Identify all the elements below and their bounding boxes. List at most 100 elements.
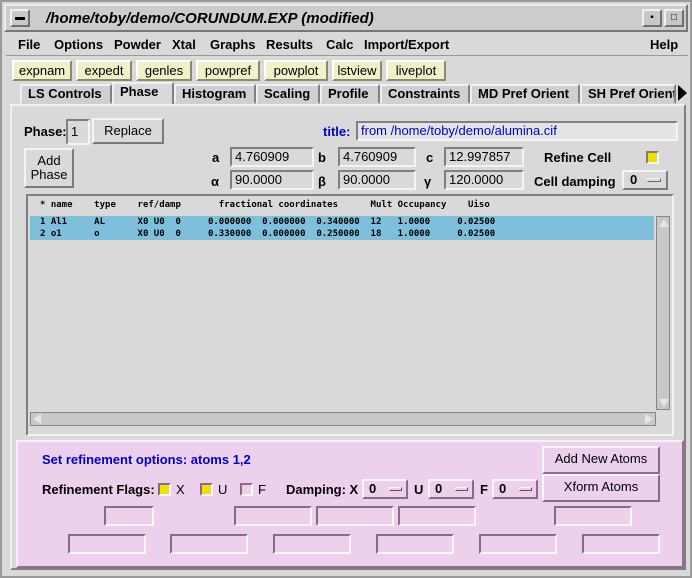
atom-edit-field[interactable]	[273, 534, 351, 554]
add-new-atoms-button[interactable]: Add New Atoms	[542, 446, 660, 474]
cell-beta-label: β	[318, 174, 326, 189]
cell-b-field[interactable]: 4.760909	[338, 147, 416, 167]
powpref-button[interactable]: powpref	[196, 60, 260, 81]
tab-scroll-right-icon[interactable]	[678, 85, 687, 101]
refinement-options-panel: Set refinement options: atoms 1,2 Add Ne…	[16, 440, 684, 568]
damping-f-menu[interactable]: 0	[492, 479, 538, 499]
damping-x-value: 0	[369, 481, 377, 496]
expnam-button[interactable]: expnam	[12, 60, 72, 81]
damping-f-value: 0	[499, 481, 507, 496]
genles-button[interactable]: genles	[136, 60, 192, 81]
tab-histogram[interactable]: Histogram	[174, 84, 256, 104]
tab-bar: LS Controls Phase Histogram Scaling Prof…	[6, 82, 688, 106]
menu-indicator-icon	[455, 487, 468, 491]
vertical-scrollbar[interactable]	[656, 216, 670, 410]
atom-edit-field[interactable]	[398, 506, 476, 526]
flag-u-checkbox[interactable]	[200, 483, 213, 496]
tab-phase[interactable]: Phase	[112, 82, 174, 106]
window-menu-icon[interactable]: ▬	[10, 9, 30, 27]
scroll-down-icon[interactable]	[659, 399, 669, 407]
powplot-button[interactable]: powplot	[264, 60, 328, 81]
atom-edit-field[interactable]	[554, 506, 632, 526]
atom-row[interactable]: 2 o1 o X0 U0 0 0.330000 0.000000 0.25000…	[30, 228, 654, 240]
scroll-left-icon[interactable]	[33, 414, 41, 424]
tab-profile[interactable]: Profile	[320, 84, 380, 104]
menu-import-export[interactable]: Import/Export	[364, 37, 449, 52]
cell-damping-label: Cell damping	[534, 174, 616, 189]
refinement-flags-label: Refinement Flags:	[42, 482, 155, 497]
menu-options[interactable]: Options	[54, 37, 103, 52]
flag-x-label: X	[176, 482, 185, 497]
atom-edit-field[interactable]	[479, 534, 557, 554]
cell-b-label: b	[318, 150, 326, 165]
menu-calc[interactable]: Calc	[326, 37, 353, 52]
menu-file[interactable]: File	[18, 37, 40, 52]
cell-c-label: c	[426, 150, 434, 165]
cell-damping-menu[interactable]: 0	[622, 170, 668, 190]
horizontal-scrollbar[interactable]	[30, 412, 656, 426]
flag-u-label: U	[218, 482, 228, 497]
tab-ls-controls[interactable]: LS Controls	[20, 84, 112, 104]
maximize-icon[interactable]: □	[664, 9, 684, 27]
minimize-icon[interactable]: ▪	[642, 9, 662, 27]
menu-indicator-icon	[647, 178, 661, 182]
tab-sh-pref-orient[interactable]: SH Pref Orient	[580, 84, 676, 104]
cell-c-field[interactable]: 12.997857	[444, 147, 524, 167]
refinement-heading: Set refinement options: atoms 1,2	[42, 452, 251, 467]
menu-help[interactable]: Help	[650, 37, 678, 52]
expedt-button[interactable]: expedt	[76, 60, 132, 81]
atom-edit-field[interactable]	[234, 506, 312, 526]
flag-x-checkbox[interactable]	[158, 483, 171, 496]
tab-constraints[interactable]: Constraints	[380, 84, 470, 104]
cell-a-label: a	[212, 150, 220, 165]
atom-edit-field[interactable]	[68, 534, 146, 554]
scroll-right-icon[interactable]	[645, 414, 653, 424]
tab-md-pref-orient[interactable]: MD Pref Orient	[470, 84, 580, 104]
atom-list: * name type ref/damp fractional coordina…	[26, 194, 674, 436]
cell-gamma-field[interactable]: 120.0000	[444, 170, 524, 190]
main-window: ▬ /home/toby/demo/CORUNDUM.EXP (modified…	[0, 0, 692, 578]
liveplot-button[interactable]: liveplot	[386, 60, 446, 81]
menu-xtal[interactable]: Xtal	[172, 37, 196, 52]
menu-results[interactable]: Results	[266, 37, 313, 52]
toolbar: expnam expedt genles powpref powplot lst…	[6, 57, 688, 83]
atom-list-header: * name type ref/damp fractional coordina…	[40, 200, 490, 210]
atom-edit-field[interactable]	[316, 506, 394, 526]
flag-f-label: F	[258, 482, 266, 497]
phase-panel: Phase: 1 Replace title: from /home/toby/…	[10, 104, 686, 570]
refine-cell-label: Refine Cell	[544, 150, 612, 165]
cell-damping-value: 0	[630, 172, 638, 187]
replace-button[interactable]: Replace	[92, 118, 164, 144]
flag-f-checkbox[interactable]	[240, 483, 253, 496]
atom-edit-field[interactable]	[170, 534, 248, 554]
phase-number: 1	[66, 119, 90, 145]
refine-cell-checkbox[interactable]	[646, 151, 659, 164]
menu-graphs[interactable]: Graphs	[210, 37, 256, 52]
cell-alpha-field[interactable]: 90.0000	[230, 170, 314, 190]
damping-u-label: U	[414, 482, 424, 497]
cell-gamma-label: γ	[424, 174, 432, 189]
damping-u-menu[interactable]: 0	[428, 479, 474, 499]
cell-a-field[interactable]: 4.760909	[230, 147, 314, 167]
tab-scaling[interactable]: Scaling	[256, 84, 320, 104]
atom-edit-field[interactable]	[582, 534, 660, 554]
phase-label: Phase:	[24, 124, 67, 139]
damping-u-value: 0	[435, 481, 443, 496]
title-field[interactable]: from /home/toby/demo/alumina.cif	[356, 121, 678, 141]
atom-edit-field[interactable]	[104, 506, 154, 526]
add-phase-label-1: Add	[37, 153, 61, 168]
xform-atoms-button[interactable]: Xform Atoms	[542, 474, 660, 502]
atom-edit-field[interactable]	[376, 534, 454, 554]
window-title: /home/toby/demo/CORUNDUM.EXP (modified)	[46, 10, 374, 27]
add-phase-button[interactable]: Add Phase	[24, 148, 74, 188]
add-phase-label-2: Phase	[30, 167, 68, 182]
cell-beta-field[interactable]: 90.0000	[338, 170, 416, 190]
atom-row[interactable]: 1 Al1 AL X0 U0 0 0.000000 0.000000 0.340…	[30, 216, 654, 228]
menu-powder[interactable]: Powder	[114, 37, 161, 52]
lstview-button[interactable]: lstview	[332, 60, 382, 81]
scroll-up-icon[interactable]	[659, 219, 669, 227]
damping-x-menu[interactable]: 0	[362, 479, 408, 499]
menu-indicator-icon	[519, 487, 532, 491]
damping-x-label: Damping: X	[286, 482, 359, 497]
menu-bar: File Options Powder Xtal Graphs Results …	[6, 34, 688, 56]
